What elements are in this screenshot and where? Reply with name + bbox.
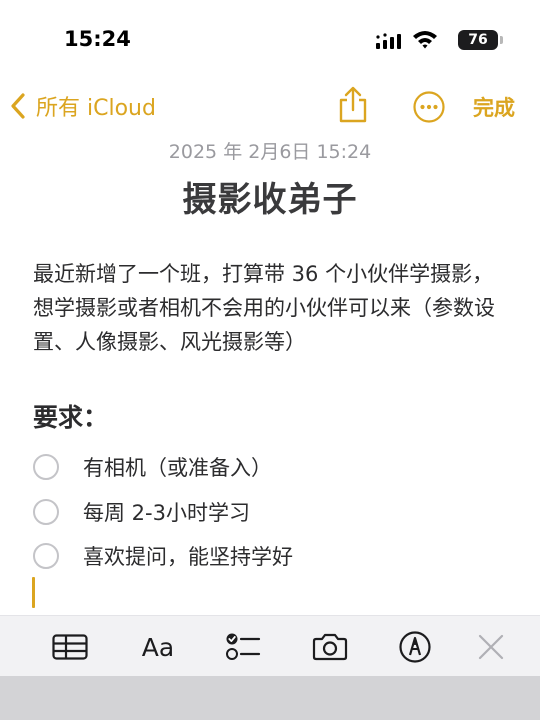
status-time: 15:24 (64, 27, 131, 51)
checklist-item: 有相机（或准备入） (33, 445, 293, 490)
note-body[interactable]: 最近新增了一个班，打算带 36 个小伙伴学摄影，想学摄影或者相机不会用的小伙伴可… (33, 257, 511, 359)
note-heading[interactable]: 要求： (33, 398, 108, 434)
checklist-item: 每周 2-3小时学习 (33, 490, 293, 535)
close-toolbar-button[interactable] (471, 629, 511, 665)
formatting-toolbar: Aa (0, 615, 540, 676)
camera-button[interactable] (310, 629, 350, 665)
checklist-item: 喜欢提问，能坚持学好 (33, 534, 293, 579)
text-format-button[interactable]: Aa (137, 629, 179, 665)
markup-button[interactable] (395, 629, 435, 665)
battery-icon: 76 (458, 30, 503, 50)
checkbox-circle-icon[interactable] (33, 454, 59, 481)
close-icon (478, 634, 504, 660)
note-date: 2025 年 2月6日 15:24 (168, 141, 372, 163)
markup-icon (399, 631, 431, 663)
camera-icon (312, 633, 348, 661)
note-title[interactable]: 摄影收弟子 (0, 172, 540, 221)
wifi-icon (413, 31, 437, 49)
checklist-item-text[interactable]: 有相机（或准备入） (83, 452, 272, 482)
checklist-item-text[interactable]: 喜欢提问，能坚持学好 (83, 541, 293, 571)
checkbox-circle-icon[interactable] (33, 543, 59, 570)
checklist: 有相机（或准备入） 每周 2-3小时学习 喜欢提问，能坚持学好 (33, 445, 293, 579)
checklist-button[interactable] (223, 629, 263, 665)
done-button[interactable]: 完成 (473, 92, 515, 122)
table-icon (52, 634, 88, 660)
checklist-icon (226, 633, 261, 660)
signal-icon (376, 33, 401, 49)
status-icons: 76 (358, 29, 503, 51)
text-cursor (32, 577, 35, 608)
more-icon[interactable] (413, 91, 445, 123)
table-button[interactable] (50, 629, 90, 665)
keyboard-area (0, 676, 540, 720)
text-format-icon: Aa (141, 632, 175, 662)
back-button-label: 所有 iCloud (36, 96, 156, 121)
checkbox-circle-icon[interactable] (33, 498, 59, 525)
share-icon[interactable] (336, 86, 370, 124)
checklist-item-text[interactable]: 每周 2-3小时学习 (83, 497, 250, 527)
chevron-left-icon (11, 93, 25, 119)
back-button[interactable]: 所有 iCloud (8, 90, 156, 122)
